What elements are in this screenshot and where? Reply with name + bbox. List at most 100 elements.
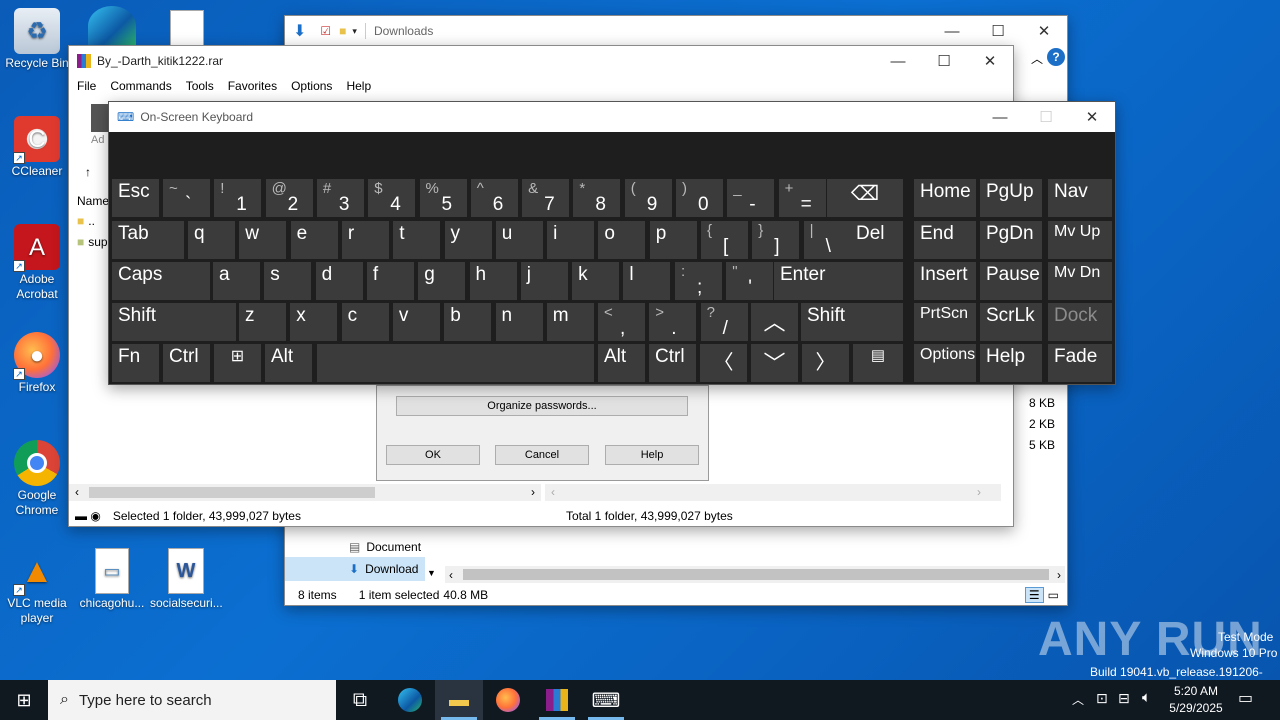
- desktop-icon-vlc[interactable]: ▲ ↗ VLC media player: [1, 548, 73, 626]
- key-d[interactable]: d: [315, 262, 363, 300]
- close-button[interactable]: ✕: [967, 46, 1013, 76]
- maximize-button[interactable]: ☐: [975, 16, 1021, 46]
- key-alt-left[interactable]: Alt: [265, 344, 312, 382]
- maximize-button[interactable]: ☐: [1023, 102, 1069, 132]
- notifications-icon[interactable]: ▭: [1238, 688, 1253, 708]
- key-alt-right[interactable]: Alt: [598, 344, 645, 382]
- help-button[interactable]: Help: [605, 445, 699, 465]
- large-icons-view-icon[interactable]: ▭: [1048, 588, 1059, 602]
- ok-button[interactable]: OK: [386, 445, 480, 465]
- key-bracket[interactable]: {[: [701, 221, 748, 259]
- key-semicolon[interactable]: " ': [726, 262, 774, 300]
- key-punct[interactable]: <,: [598, 303, 645, 341]
- key-number[interactable]: ! 1: [214, 179, 262, 217]
- desktop-icon-socialsecuri[interactable]: W socialsecuri...: [150, 548, 223, 611]
- start-button[interactable]: ⊞: [0, 680, 48, 720]
- ribbon-collapse-icon[interactable]: ︿: [1031, 50, 1043, 67]
- scrollbar-thumb[interactable]: [463, 569, 1049, 580]
- key-enter[interactable]: Enter: [774, 262, 903, 300]
- key-ctrl-left[interactable]: Ctrl: [163, 344, 210, 382]
- key-caps[interactable]: Caps: [112, 262, 210, 300]
- key-g[interactable]: g: [418, 262, 466, 300]
- file-row[interactable]: ■ sup: [77, 235, 108, 249]
- key-t[interactable]: t: [393, 221, 441, 259]
- key-number[interactable]: + =: [778, 179, 826, 217]
- show-hidden-icons[interactable]: ︿: [1072, 691, 1084, 708]
- taskbar-winrar[interactable]: [533, 680, 581, 720]
- key-o[interactable]: o: [598, 221, 646, 259]
- key-fn[interactable]: Fn: [112, 344, 159, 382]
- key-z[interactable]: z: [239, 303, 286, 341]
- key-c[interactable]: c: [341, 303, 389, 341]
- details-view-icon[interactable]: ☰: [1024, 587, 1044, 603]
- key-tab[interactable]: Tab: [112, 221, 184, 259]
- scrollbar-thumb[interactable]: [89, 487, 375, 498]
- key-number[interactable]: ) 0: [676, 179, 723, 217]
- taskbar-file-explorer[interactable]: ▬: [435, 680, 483, 720]
- key-v[interactable]: v: [392, 303, 440, 341]
- menu-favorites[interactable]: Favorites: [228, 79, 277, 93]
- key-number[interactable]: #3: [316, 179, 364, 217]
- key-arrow-up[interactable]: ︿: [751, 303, 798, 341]
- maximize-button[interactable]: ☐: [921, 46, 967, 76]
- key-prtscn[interactable]: PrtScn: [914, 303, 976, 341]
- key-pgup[interactable]: PgUp: [980, 179, 1042, 217]
- desktop-icon-firefox[interactable]: ● ↗ Firefox: [1, 332, 73, 395]
- close-button[interactable]: ✕: [1069, 102, 1115, 132]
- desktop-icon-adobe-acrobat[interactable]: A ↗ Adobe Acrobat: [1, 224, 73, 302]
- key-p[interactable]: p: [649, 221, 697, 259]
- desktop-icon-ccleaner[interactable]: C ↗ CCleaner: [1, 116, 73, 179]
- desktop-icon-chicagohu[interactable]: ▭ chicagohu...: [76, 548, 148, 611]
- close-button[interactable]: ✕: [1021, 16, 1067, 46]
- nav-item-documents[interactable]: ▤ Document: [349, 536, 425, 558]
- menu-help[interactable]: Help: [346, 79, 371, 93]
- key-options[interactable]: Options: [914, 344, 976, 382]
- key-arrow-left[interactable]: 〈: [700, 344, 747, 382]
- key-scrlk[interactable]: ScrLk: [980, 303, 1042, 341]
- scroll-down-arrow[interactable]: ▼: [427, 568, 436, 578]
- key-fade[interactable]: Fade: [1048, 344, 1112, 382]
- key-n[interactable]: n: [495, 303, 543, 341]
- key-m[interactable]: m: [546, 303, 594, 341]
- taskbar-edge[interactable]: [386, 680, 434, 720]
- horizontal-scrollbar[interactable]: ‹ ›: [445, 566, 1065, 583]
- key-bracket[interactable]: | \: [803, 221, 851, 259]
- taskbar-search-box[interactable]: ⌕ Type here to search: [48, 680, 336, 720]
- key-u[interactable]: u: [495, 221, 543, 259]
- menu-file[interactable]: File: [77, 79, 96, 93]
- key-pgdn[interactable]: PgDn: [980, 221, 1042, 259]
- key-y[interactable]: y: [444, 221, 492, 259]
- key-home[interactable]: Home: [914, 179, 976, 217]
- key-semicolon[interactable]: :;: [675, 262, 722, 300]
- key-dock[interactable]: Dock: [1048, 303, 1112, 341]
- help-icon[interactable]: ?: [1047, 48, 1065, 66]
- up-folder-icon[interactable]: ↑: [85, 165, 91, 179]
- key-e[interactable]: e: [290, 221, 338, 259]
- key-number[interactable]: ^ 6: [470, 179, 518, 217]
- key-q[interactable]: q: [188, 221, 235, 259]
- edge-desktop-icon[interactable]: [88, 6, 136, 46]
- key-end[interactable]: End: [914, 221, 976, 259]
- image-file-desktop-icon[interactable]: [170, 10, 204, 46]
- network-icon[interactable]: ⊟: [1118, 690, 1130, 707]
- key-w[interactable]: w: [239, 221, 287, 259]
- key-help[interactable]: Help: [980, 344, 1042, 382]
- taskbar-osk[interactable]: ⌨: [582, 680, 630, 720]
- menu-tools[interactable]: Tools: [186, 79, 214, 93]
- key-i[interactable]: i: [547, 221, 595, 259]
- key-a[interactable]: a: [213, 262, 260, 300]
- key-l[interactable]: l: [623, 262, 671, 300]
- key-nav[interactable]: Nav: [1048, 179, 1112, 217]
- key-number[interactable]: ~ `: [163, 179, 210, 217]
- file-row[interactable]: ■ ..: [77, 214, 95, 228]
- key-punct[interactable]: >.: [649, 303, 697, 341]
- minimize-button[interactable]: —: [977, 102, 1023, 132]
- nav-item-downloads[interactable]: ⬇ Download: [285, 557, 425, 581]
- key-r[interactable]: r: [341, 221, 389, 259]
- cancel-button[interactable]: Cancel: [495, 445, 589, 465]
- desktop-icon-recycle-bin[interactable]: ♻ Recycle Bin: [1, 8, 73, 71]
- key-number[interactable]: $4: [368, 179, 416, 217]
- key-arrow-down[interactable]: ﹀: [751, 344, 798, 382]
- key-k[interactable]: k: [572, 262, 620, 300]
- key-space[interactable]: [317, 344, 594, 382]
